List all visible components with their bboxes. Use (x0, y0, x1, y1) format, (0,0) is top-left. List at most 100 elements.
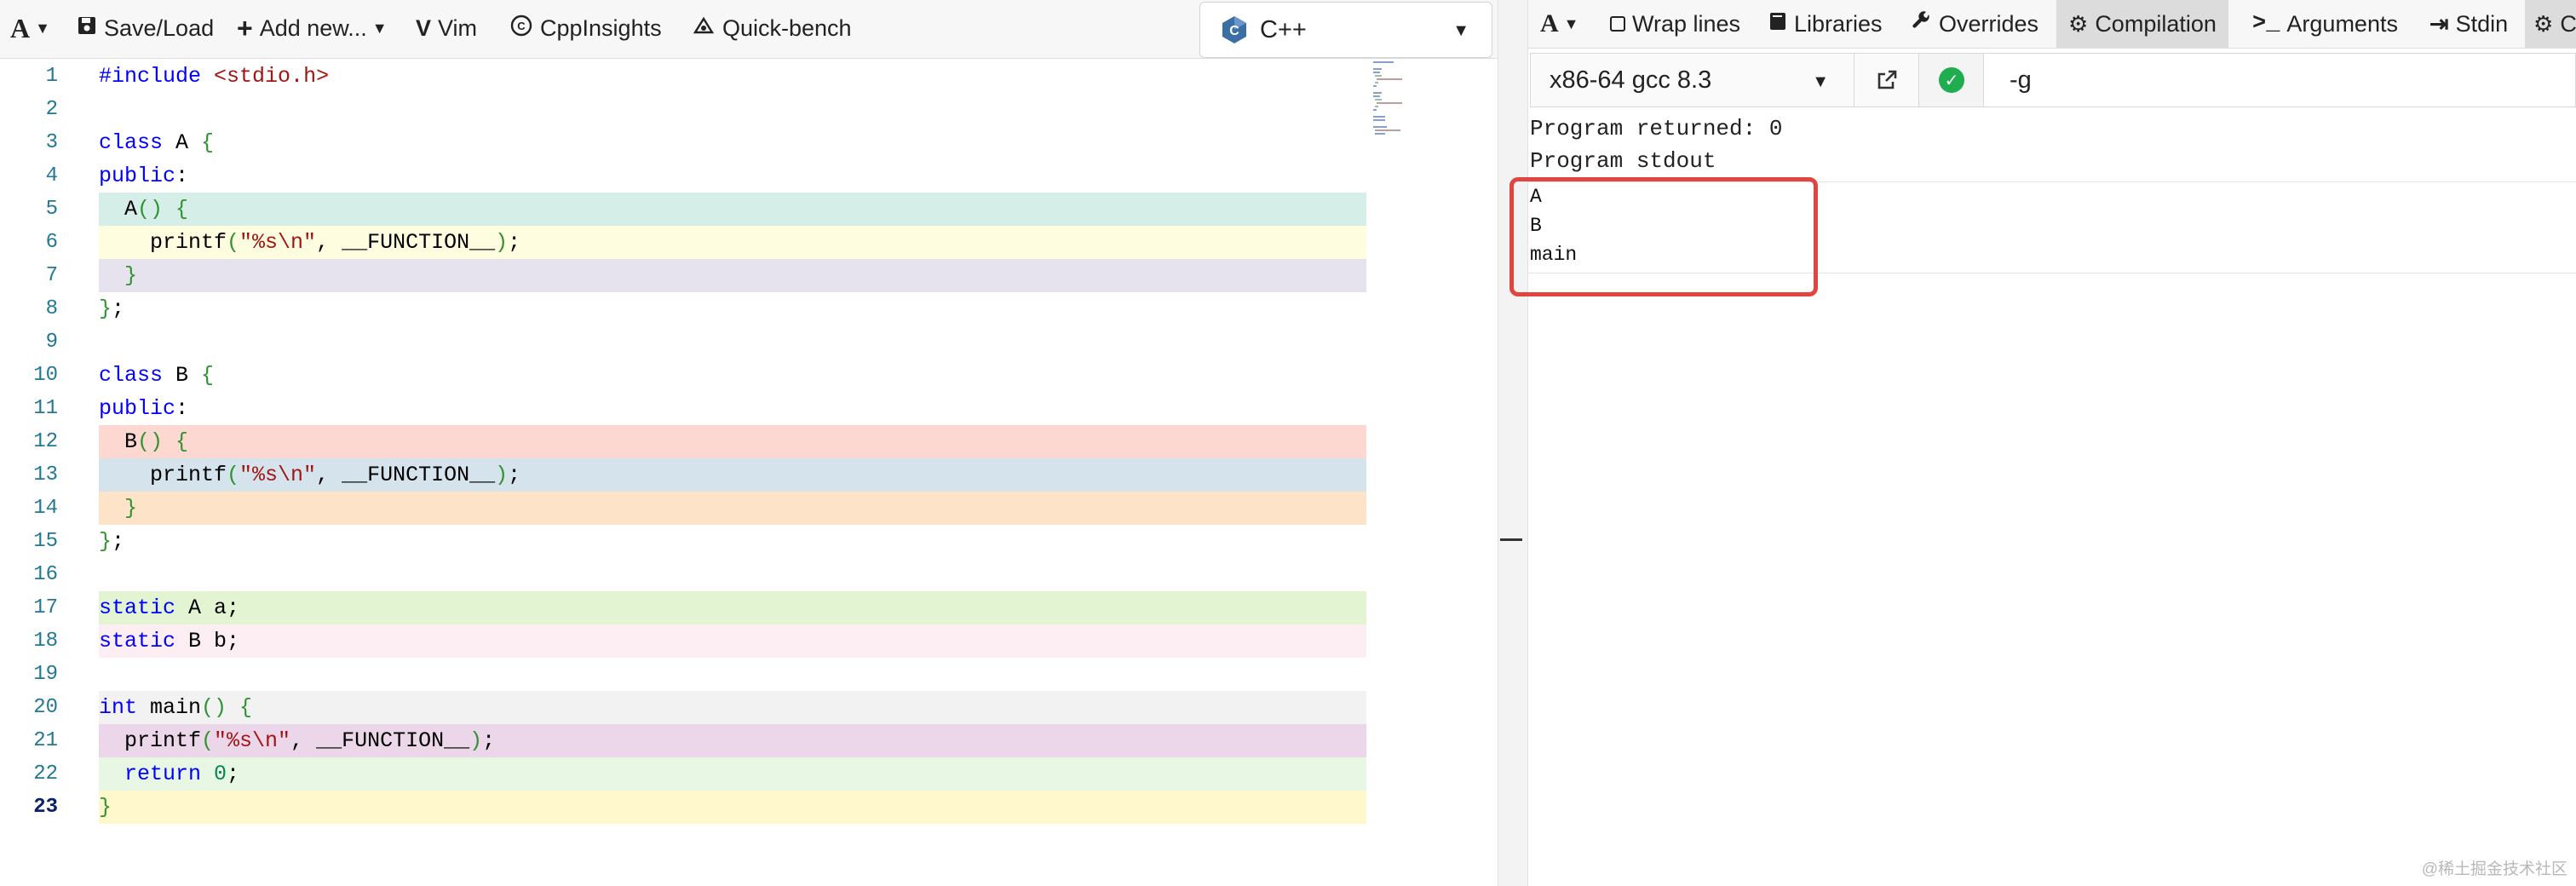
code-text (99, 93, 1366, 126)
line-number: 19 (33, 663, 58, 686)
code-line[interactable]: 9 (0, 325, 1371, 359)
code-text: class B { (99, 359, 1366, 392)
code-line[interactable]: 8}; (0, 292, 1371, 325)
code-token: , __FUNCTION__ (316, 230, 496, 255)
code-text: public: (99, 159, 1366, 193)
code-line[interactable]: 5 A() { (0, 193, 1371, 226)
code-token: ; (112, 296, 125, 321)
code-token: : (175, 164, 189, 188)
pane-splitter[interactable] (1498, 0, 1528, 886)
code-line[interactable]: 3 class A { (0, 126, 1371, 159)
code-token: B (99, 429, 138, 454)
code-token: main (137, 695, 202, 720)
code-text: }; (99, 292, 1366, 325)
vim-label: Vim (438, 14, 478, 41)
code-text (99, 325, 1366, 359)
code-line[interactable]: 11 public: (0, 392, 1371, 425)
cppinsights-icon: C (509, 14, 533, 43)
code-token: ) (495, 463, 509, 487)
code-token: <stdio.h> (214, 64, 330, 89)
code-token: } (99, 296, 112, 321)
editor-toolbar: A ▼ Save/Load + Add new... ▼ V Vim C CppInsi… (0, 0, 1498, 59)
code-text: } (99, 259, 1366, 292)
code-token: printf (99, 728, 202, 753)
code-line[interactable]: 10 class B { (0, 359, 1371, 392)
code-line[interactable]: 21 printf("%s\n", __FUNCTION__); (0, 724, 1371, 757)
line-number: 14 (33, 497, 58, 520)
font-size-dropdown[interactable]: A ▼ (10, 0, 50, 56)
line-number: 1 (45, 65, 58, 88)
line-number: 16 (33, 563, 58, 586)
code-line[interactable]: 15}; (0, 525, 1371, 558)
code-editor[interactable]: 1 #include <stdio.h> 2 3 class A {4 public: 5 … (0, 60, 1498, 886)
save-load-button[interactable]: Save/Load (77, 0, 214, 56)
code-token: ; (482, 728, 496, 753)
code-line[interactable]: 2 (0, 93, 1371, 126)
save-icon (77, 15, 97, 42)
splitter-grip[interactable] (1500, 538, 1522, 541)
line-number: 8 (45, 297, 58, 320)
code-token: } (99, 263, 138, 288)
language-name: C++ (1260, 15, 1307, 43)
line-number: 18 (33, 630, 58, 653)
line-number: 17 (33, 596, 58, 619)
vim-icon: V (416, 14, 432, 41)
line-number: 20 (33, 696, 58, 719)
code-text: printf("%s\n", __FUNCTION__); (99, 724, 1366, 757)
add-new-dropdown[interactable]: + Add new... ▼ (237, 0, 388, 56)
code-line[interactable]: 18 static B b; (0, 624, 1371, 658)
code-token: public (99, 396, 176, 421)
code-token: ( (201, 728, 215, 753)
code-token: B b; (175, 629, 240, 653)
line-number: 12 (33, 430, 58, 453)
save-load-label: Save/Load (104, 14, 215, 41)
code-text: B() { (99, 425, 1366, 458)
code-token: } (99, 529, 112, 554)
language-select[interactable]: C C++ ▼ (1199, 2, 1492, 58)
code-line[interactable]: 7 } (0, 259, 1371, 292)
line-number: 7 (45, 264, 58, 287)
code-text: int main() { (99, 691, 1366, 724)
code-token: A a; (175, 595, 240, 620)
code-line[interactable]: 19 (0, 658, 1371, 691)
code-token: ) (469, 728, 483, 753)
output-panel: Program returned: 0 Program stdout A B m… (1509, 0, 2576, 886)
code-text: A() { (99, 193, 1366, 226)
code-line[interactable]: 16 (0, 558, 1371, 591)
code-text: } (99, 492, 1366, 525)
vim-toggle[interactable]: V Vim (416, 0, 477, 56)
code-token: } (99, 795, 112, 820)
code-line[interactable]: 13 printf("%s\n", __FUNCTION__); (0, 458, 1371, 492)
code-line[interactable]: 17 static A a; (0, 591, 1371, 624)
code-token: int (99, 695, 138, 720)
svg-text:C: C (517, 20, 526, 32)
code-token: ) (495, 230, 509, 255)
line-number: 15 (33, 530, 58, 553)
code-line[interactable]: 6 printf("%s\n", __FUNCTION__); (0, 226, 1371, 259)
code-line[interactable]: 22 return 0; (0, 757, 1371, 791)
code-line[interactable]: 12 B() { (0, 425, 1371, 458)
code-line[interactable]: 14 } (0, 492, 1371, 525)
code-token: ; (227, 762, 240, 786)
quick-bench-label: Quick-bench (722, 14, 852, 41)
code-token: class (99, 363, 164, 388)
svg-text:C: C (1229, 24, 1239, 38)
code-text: }; (99, 525, 1366, 558)
code-line[interactable]: 4 public: (0, 159, 1371, 193)
code-line[interactable]: 20 int main() { (0, 691, 1371, 724)
code-token: public (99, 164, 176, 188)
code-token: A (99, 197, 138, 222)
code-text (99, 658, 1366, 691)
code-text: public: (99, 392, 1366, 425)
code-line[interactable]: 1 #include <stdio.h> (0, 60, 1371, 93)
program-stdout-header: Program stdout (1530, 148, 1716, 174)
code-line[interactable]: 23} (0, 791, 1371, 824)
add-new-label: Add new... (259, 14, 367, 41)
code-token: , __FUNCTION__ (290, 728, 470, 753)
minimap[interactable] (1373, 60, 1424, 136)
code-text: static B b; (99, 624, 1366, 658)
cppinsights-button[interactable]: C CppInsights (509, 0, 662, 56)
quick-bench-button[interactable]: Quick-bench (692, 0, 852, 56)
code-token: static (99, 629, 176, 653)
caret-down-icon: ▼ (1452, 21, 1469, 40)
